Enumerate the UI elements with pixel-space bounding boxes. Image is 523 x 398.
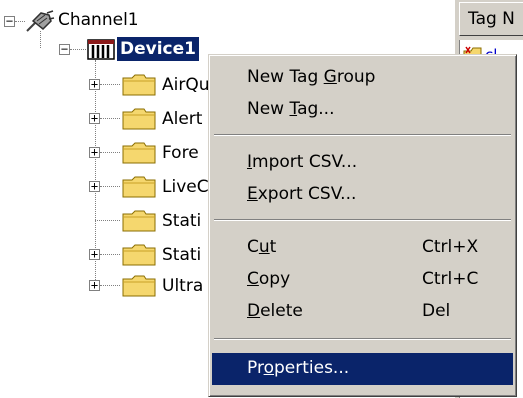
menu-item-shortcut: Ctrl+C	[422, 269, 479, 289]
folder-icon	[122, 142, 156, 164]
tree-connector	[100, 285, 120, 286]
tree-expand-toggle[interactable]: +	[89, 248, 100, 260]
channel-collapse-toggle[interactable]: −	[4, 15, 15, 27]
menu-item-label: Export CSV...	[247, 184, 357, 204]
menu-item-label: New Tag...	[247, 99, 335, 119]
tree-item-folder[interactable]: Alert	[162, 109, 202, 129]
tree-item-folder[interactable]: Fore	[162, 143, 199, 163]
tree-expand-toggle[interactable]: +	[89, 146, 100, 158]
menu-item-cut[interactable]: Cut Ctrl+X	[212, 232, 513, 264]
tree-item-folder[interactable]: LiveC	[162, 177, 209, 197]
tree-item-channel1[interactable]: Channel1	[58, 10, 139, 30]
tree-connector	[100, 254, 120, 255]
tree-expand-toggle[interactable]: +	[89, 112, 100, 124]
menu-item-delete[interactable]: Delete Del	[212, 296, 513, 328]
tree-connector	[100, 84, 120, 85]
menu-item-shortcut: Del	[422, 301, 451, 321]
tree-connector	[40, 31, 41, 48]
tree-connector	[15, 21, 25, 22]
folder-icon	[122, 176, 156, 198]
menu-item-label: Copy	[247, 269, 291, 289]
menu-item-new-tag[interactable]: New Tag...	[212, 94, 513, 126]
device-icon	[87, 39, 115, 60]
menu-item-label: Import CSV...	[247, 152, 358, 172]
tree-connector	[100, 118, 120, 119]
menu-item-label: Properties...	[247, 358, 350, 378]
menu-item-new-tag-group[interactable]: New Tag Group	[212, 62, 513, 94]
column-header-tag-name[interactable]: Tag N	[459, 2, 523, 36]
folder-icon	[122, 74, 156, 96]
device-collapse-toggle[interactable]: −	[59, 43, 70, 55]
folder-icon	[122, 108, 156, 130]
context-menu: New Tag Group New Tag... Import CSV... E…	[208, 54, 517, 397]
folder-icon	[122, 244, 156, 266]
tree-connector	[95, 220, 120, 221]
tree-item-folder[interactable]: Ultra	[162, 276, 203, 296]
tree-item-folder[interactable]: AirQu	[162, 75, 210, 95]
menu-item-label: Delete	[247, 301, 303, 321]
folder-icon	[122, 275, 156, 297]
menu-item-shortcut: Ctrl+X	[422, 237, 479, 257]
menu-separator	[214, 338, 511, 340]
menu-item-copy[interactable]: Copy Ctrl+C	[212, 264, 513, 296]
menu-item-properties[interactable]: Properties...	[212, 353, 513, 385]
folder-icon	[122, 210, 156, 232]
menu-item-label: New Tag Group	[247, 67, 376, 87]
tree-expand-toggle[interactable]: +	[89, 279, 100, 291]
tree-item-folder[interactable]: Stati	[162, 211, 201, 231]
tree-expand-toggle[interactable]: +	[89, 180, 100, 192]
tree-connector	[70, 49, 86, 50]
tree-item-folder[interactable]: Stati	[162, 245, 201, 265]
menu-separator	[214, 219, 511, 221]
tree-item-device1-selected[interactable]: Device1	[117, 37, 199, 61]
tree-expand-toggle[interactable]: +	[89, 78, 100, 90]
tree-connector	[100, 186, 120, 187]
tree-connector	[100, 152, 120, 153]
channel-plug-icon	[26, 10, 55, 32]
menu-item-import-csv[interactable]: Import CSV...	[212, 147, 513, 179]
menu-separator	[214, 134, 511, 136]
menu-item-label: Cut	[247, 237, 277, 257]
menu-item-export-csv[interactable]: Export CSV...	[212, 179, 513, 211]
